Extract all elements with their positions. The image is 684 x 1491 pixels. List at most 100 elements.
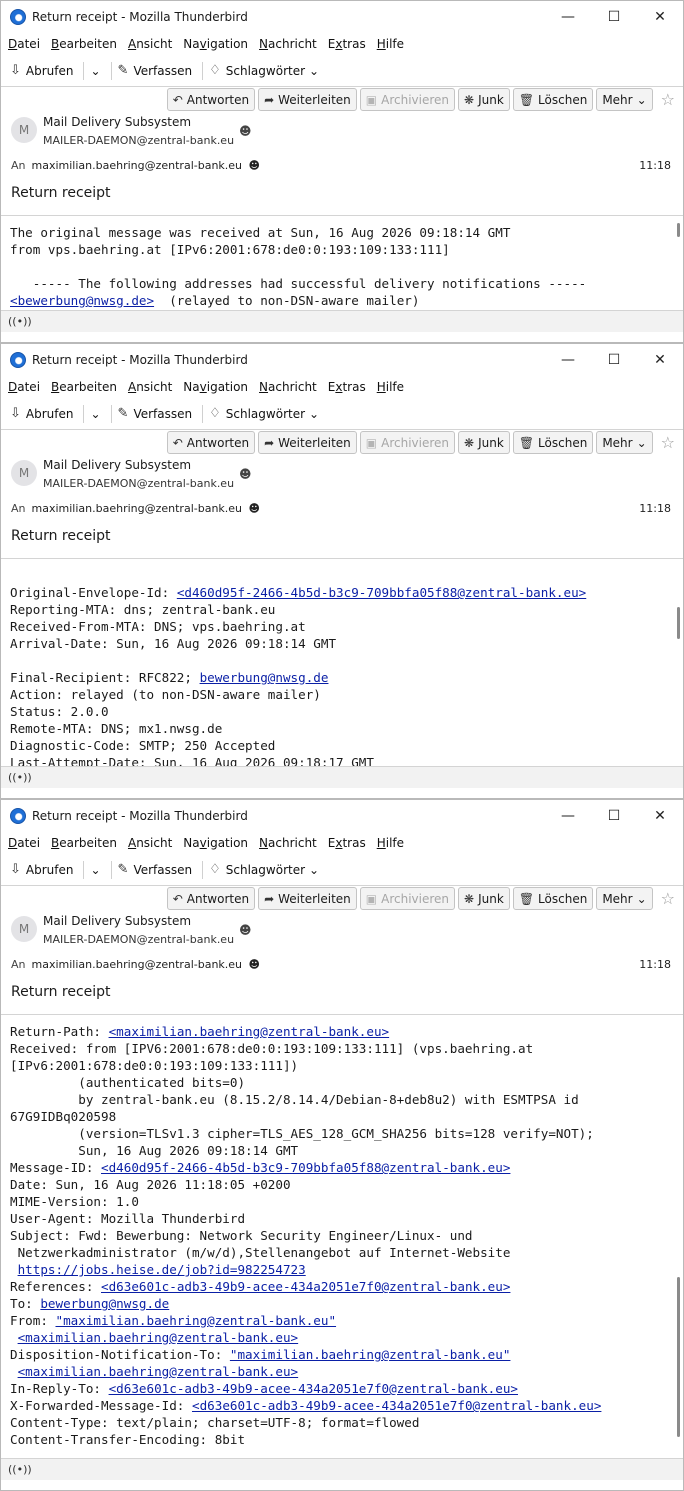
forward-button[interactable]: ➦ Weiterleiten	[258, 88, 357, 111]
from-address[interactable]: MAILER-DAEMON@zentral-bank.eu	[43, 134, 234, 147]
from-name[interactable]: Mail Delivery Subsystem	[43, 115, 191, 129]
forward-button[interactable]: ➦ Weiterleiten	[258, 431, 357, 454]
activity-icon[interactable]: ((•))	[8, 315, 32, 328]
body-link[interactable]: "maximilian.baehring@zentral-bank.eu"	[230, 1347, 511, 1362]
reply-button[interactable]: ↶ Antworten	[166, 887, 256, 910]
reply-button[interactable]: ↶ Antworten	[166, 88, 256, 111]
get-messages-button[interactable]: ⇩ Abrufen	[10, 406, 73, 421]
menu-message[interactable]: Nachricht	[259, 836, 317, 850]
junk-button[interactable]: ❋ Junk	[458, 887, 510, 910]
menu-tools[interactable]: Extras	[328, 836, 366, 850]
title-bar[interactable]: Return receipt - Mozilla Thunderbird — ☐…	[1, 800, 683, 832]
star-icon[interactable]: ☆	[661, 433, 675, 452]
menu-file[interactable]: Datei	[8, 37, 40, 51]
add-contact-icon[interactable]: ☻	[249, 958, 260, 971]
menu-file[interactable]: Datei	[8, 380, 40, 394]
scrollbar-thumb[interactable]	[677, 607, 680, 639]
menu-navigation[interactable]: Navigation	[183, 380, 248, 394]
body-link[interactable]: <maximilian.baehring@zentral-bank.eu>	[18, 1330, 299, 1345]
maximize-button[interactable]: ☐	[591, 800, 637, 832]
menu-edit[interactable]: Bearbeiten	[51, 836, 117, 850]
body-link[interactable]: <d63e601c-adb3-49b9-acee-434a2051e7f0@ze…	[101, 1279, 510, 1294]
from-address[interactable]: MAILER-DAEMON@zentral-bank.eu	[43, 933, 234, 946]
menu-navigation[interactable]: Navigation	[183, 836, 248, 850]
menu-view[interactable]: Ansicht	[128, 836, 172, 850]
scrollbar-thumb[interactable]	[677, 223, 680, 237]
activity-icon[interactable]: ((•))	[8, 1463, 32, 1476]
menu-message[interactable]: Nachricht	[259, 37, 317, 51]
add-contact-icon[interactable]: ☻	[249, 159, 260, 172]
forward-button[interactable]: ➦ Weiterleiten	[258, 887, 357, 910]
to-address[interactable]: maximilian.baehring@zentral-bank.eu	[32, 159, 243, 172]
body-link[interactable]: <maximilian.baehring@zentral-bank.eu>	[18, 1364, 299, 1379]
menu-tools[interactable]: Extras	[328, 37, 366, 51]
compose-button[interactable]: ✎ Verfassen	[118, 406, 193, 421]
more-button[interactable]: Mehr ⌄	[596, 88, 653, 111]
add-contact-icon[interactable]: ☻	[249, 502, 260, 515]
maximize-button[interactable]: ☐	[591, 344, 637, 376]
body-link[interactable]: <d460d95f-2466-4b5d-b3c9-709bbfa05f88@ze…	[101, 1160, 510, 1175]
get-messages-dropdown[interactable]: ⌄	[90, 407, 100, 421]
delete-button[interactable]: 🗑 Löschen	[512, 431, 594, 454]
menu-view[interactable]: Ansicht	[128, 37, 172, 51]
minimize-button[interactable]: —	[545, 800, 591, 832]
compose-button[interactable]: ✎ Verfassen	[118, 63, 193, 78]
to-address[interactable]: maximilian.baehring@zentral-bank.eu	[32, 502, 243, 515]
body-link[interactable]: <d63e601c-adb3-49b9-acee-434a2051e7f0@ze…	[192, 1398, 601, 1413]
archive-button[interactable]: ▣ Archivieren	[359, 88, 456, 111]
minimize-button[interactable]: —	[545, 1, 591, 33]
body-link[interactable]: bewerbung@nwsg.de	[40, 1296, 169, 1311]
body-link[interactable]: "maximilian.baehring@zentral-bank.eu"	[56, 1313, 337, 1328]
menu-view[interactable]: Ansicht	[128, 380, 172, 394]
close-button[interactable]: ✕	[637, 800, 683, 832]
title-bar[interactable]: Return receipt - Mozilla Thunderbird — ☐…	[1, 344, 683, 376]
more-button[interactable]: Mehr ⌄	[596, 887, 653, 910]
close-button[interactable]: ✕	[637, 1, 683, 33]
more-button[interactable]: Mehr ⌄	[596, 431, 653, 454]
junk-button[interactable]: ❋ Junk	[458, 431, 510, 454]
body-link[interactable]: <d460d95f-2466-4b5d-b3c9-709bbfa05f88@ze…	[177, 585, 586, 600]
body-link[interactable]: bewerbung@nwsg.de	[200, 670, 329, 685]
menu-navigation[interactable]: Navigation	[183, 37, 248, 51]
from-name[interactable]: Mail Delivery Subsystem	[43, 914, 191, 928]
compose-button[interactable]: ✎ Verfassen	[118, 862, 193, 877]
junk-button[interactable]: ❋ Junk	[458, 88, 510, 111]
tags-button[interactable]: ♢ Schlagwörter ⌄	[209, 63, 319, 78]
menu-edit[interactable]: Bearbeiten	[51, 380, 117, 394]
minimize-button[interactable]: —	[545, 344, 591, 376]
title-bar[interactable]: Return receipt - Mozilla Thunderbird — ☐…	[1, 1, 683, 33]
add-contact-icon[interactable]: ☻	[239, 467, 252, 481]
star-icon[interactable]: ☆	[661, 889, 675, 908]
body-link[interactable]: <bewerbung@nwsg.de>	[10, 293, 154, 308]
maximize-button[interactable]: ☐	[591, 1, 637, 33]
body-link[interactable]: <d63e601c-adb3-49b9-acee-434a2051e7f0@ze…	[109, 1381, 518, 1396]
add-contact-icon[interactable]: ☻	[239, 124, 252, 138]
menu-edit[interactable]: Bearbeiten	[51, 37, 117, 51]
menu-message[interactable]: Nachricht	[259, 380, 317, 394]
tags-button[interactable]: ♢ Schlagwörter ⌄	[209, 406, 319, 421]
delete-button[interactable]: 🗑 Löschen	[512, 887, 594, 910]
close-button[interactable]: ✕	[637, 344, 683, 376]
menu-file[interactable]: Datei	[8, 836, 40, 850]
archive-button[interactable]: ▣ Archivieren	[359, 431, 456, 454]
tags-button[interactable]: ♢ Schlagwörter ⌄	[209, 862, 319, 877]
activity-icon[interactable]: ((•))	[8, 771, 32, 784]
get-messages-dropdown[interactable]: ⌄	[90, 64, 100, 78]
star-icon[interactable]: ☆	[661, 90, 675, 109]
get-messages-button[interactable]: ⇩ Abrufen	[10, 862, 73, 877]
get-messages-dropdown[interactable]: ⌄	[90, 863, 100, 877]
reply-button[interactable]: ↶ Antworten	[166, 431, 256, 454]
delete-button[interactable]: 🗑 Löschen	[512, 88, 594, 111]
from-name[interactable]: Mail Delivery Subsystem	[43, 458, 191, 472]
menu-help[interactable]: Hilfe	[377, 836, 404, 850]
add-contact-icon[interactable]: ☻	[239, 923, 252, 937]
from-address[interactable]: MAILER-DAEMON@zentral-bank.eu	[43, 477, 234, 490]
menu-help[interactable]: Hilfe	[377, 380, 404, 394]
body-link[interactable]: https://jobs.heise.de/job?id=982254723	[18, 1262, 306, 1277]
archive-button[interactable]: ▣ Archivieren	[359, 887, 456, 910]
get-messages-button[interactable]: ⇩ Abrufen	[10, 63, 73, 78]
to-address[interactable]: maximilian.baehring@zentral-bank.eu	[32, 958, 243, 971]
menu-help[interactable]: Hilfe	[377, 37, 404, 51]
scrollbar-thumb[interactable]	[677, 1277, 680, 1437]
menu-tools[interactable]: Extras	[328, 380, 366, 394]
